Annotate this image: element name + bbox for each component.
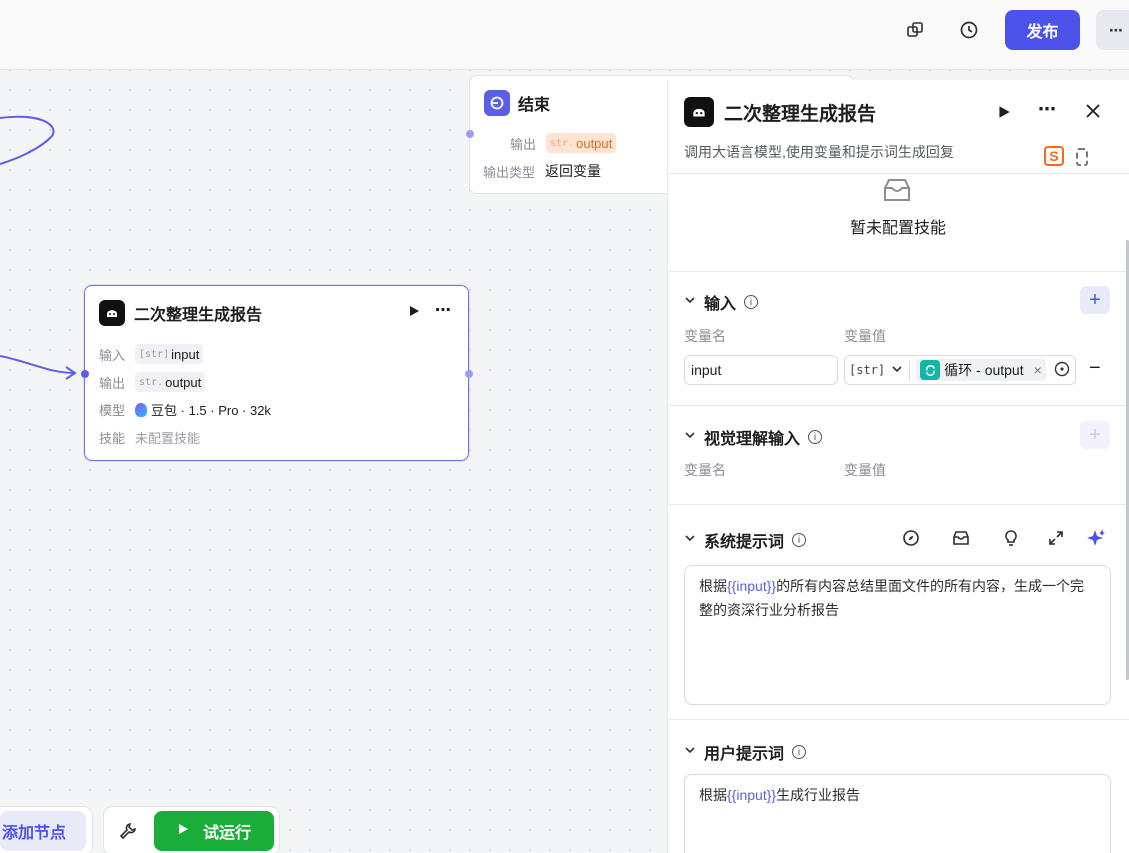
vision-section-header[interactable]: 视觉理解输入 i [684,425,823,449]
prompt-library-icon[interactable] [949,526,973,550]
vision-section-title: 视觉理解输入 [704,431,801,448]
wrench-icon[interactable] [118,821,138,844]
input-section-header[interactable]: 输入 i [684,290,759,314]
llm-output-label: 输出 [99,375,126,391]
ref-source: 循环 - [944,362,981,378]
ai-sparkle-icon[interactable] [1084,526,1108,550]
info-icon[interactable]: i [808,430,823,444]
end-output-tag: str. output [546,133,617,153]
system-prompt-textarea[interactable]: 根据{{input}}的所有内容总结里面文件的所有内容，生成一个完整的资深行业分… [684,565,1111,705]
panel-more-icon[interactable]: ⋯ [1038,99,1056,120]
panel-title: 二次整理生成报告 [724,103,877,125]
node-config-panel: 二次整理生成报告 ⋯ 调用大语言模型,使用变量和提示词生成回复 S 暂未配置技能… [667,80,1129,853]
user-prompt-textarea[interactable]: 根据{{input}}生成行业报告 [684,774,1111,853]
add-vision-input-button[interactable]: + [1080,421,1110,449]
llm-node-input-port[interactable] [81,370,89,378]
end-node-input-port[interactable] [466,130,474,138]
vision-col-value: 变量值 [844,462,886,478]
llm-model-label: 模型 [99,403,126,418]
compass-icon[interactable] [899,526,923,550]
chevron-down-icon[interactable] [684,531,696,549]
node-run-icon[interactable] [407,304,421,321]
llm-output-tag: str. output [135,372,206,392]
end-output-label: 输出 [510,136,537,152]
publish-button[interactable]: 发布 [1005,10,1080,50]
user-prompt-header[interactable]: 用户提示词 i [684,740,807,764]
var-value-selector[interactable]: [str] 循环 - output × [844,355,1076,385]
ref-var: output [984,362,1024,378]
node-more-icon[interactable]: ⋯ [435,300,451,320]
section-divider [668,504,1129,505]
end-output-type-label: 输出类型 [483,164,536,180]
system-prompt-title: 系统提示词 [704,534,785,551]
input-col-name: 变量名 [684,328,726,344]
end-output-type-value: 返回变量 [545,163,602,179]
panel-description: 调用大语言模型,使用变量和提示词生成回复 [684,144,954,160]
edge-to-llm-node [0,355,75,374]
var-type-label: [str] [849,363,886,377]
remove-input-icon[interactable]: − [1089,357,1101,380]
empty-skill-icon [880,174,914,207]
type-chevron-down-icon[interactable] [891,362,903,378]
info-icon[interactable]: i [792,533,807,547]
copy-icon[interactable] [899,14,931,46]
llm-node[interactable]: 二次整理生成报告 ⋯ 输入 [str] input 输出 str. output 模… [81,285,473,461]
end-node-icon [484,90,510,116]
more-options-button[interactable]: ⋯ [1096,10,1129,50]
chevron-down-icon[interactable] [684,743,696,761]
info-icon[interactable]: i [792,745,807,759]
llm-node-output-port[interactable] [465,370,473,378]
section-divider [668,271,1129,272]
close-icon[interactable] [1084,102,1102,123]
expand-icon[interactable] [1044,526,1068,550]
panel-bot-icon [684,97,714,127]
llm-node-title: 二次整理生成报告 [134,307,263,324]
top-toolbar: 发布 ⋯ [0,0,1129,70]
add-node-button[interactable]: 添加节点 [0,811,86,851]
input-col-value: 变量值 [844,328,886,344]
test-run-button[interactable]: 试运行 [154,811,274,851]
system-prompt-header[interactable]: 系统提示词 i [684,528,807,552]
var-name-input[interactable]: input [684,355,838,385]
section-divider [668,405,1129,406]
info-icon[interactable]: i [744,295,759,309]
llm-input-tag: [str] input [135,344,204,364]
no-skill-text: 暂未配置技能 [849,220,946,237]
llm-skill-label: 技能 [99,431,126,446]
chevron-down-icon[interactable] [684,428,696,446]
clear-icon[interactable]: × [1034,362,1042,378]
doubao-logo-icon [135,402,148,417]
input-section-title: 输入 [704,296,737,313]
vision-col-name: 变量名 [684,462,726,478]
loop-icon [920,360,941,380]
end-node-title: 结束 [518,97,551,114]
lightbulb-icon[interactable] [999,526,1023,550]
ime-s-icon[interactable]: S [1044,146,1064,166]
user-prompt-title: 用户提示词 [704,746,785,763]
chevron-down-icon[interactable] [684,293,696,311]
section-divider [668,719,1129,720]
llm-bot-icon [99,300,125,326]
llm-skill-value: 未配置技能 [135,431,201,446]
add-input-button[interactable]: + [1080,286,1110,314]
play-icon [177,822,189,840]
history-icon[interactable] [953,14,985,46]
llm-model-value: 豆包 · 1.5 · Pro · 32k [151,403,271,418]
expand-corners-icon[interactable] [1076,148,1088,166]
edge-loop-curve [0,115,55,165]
target-icon[interactable] [1054,361,1070,380]
llm-input-label: 输入 [99,347,126,363]
panel-run-icon[interactable] [996,104,1012,123]
